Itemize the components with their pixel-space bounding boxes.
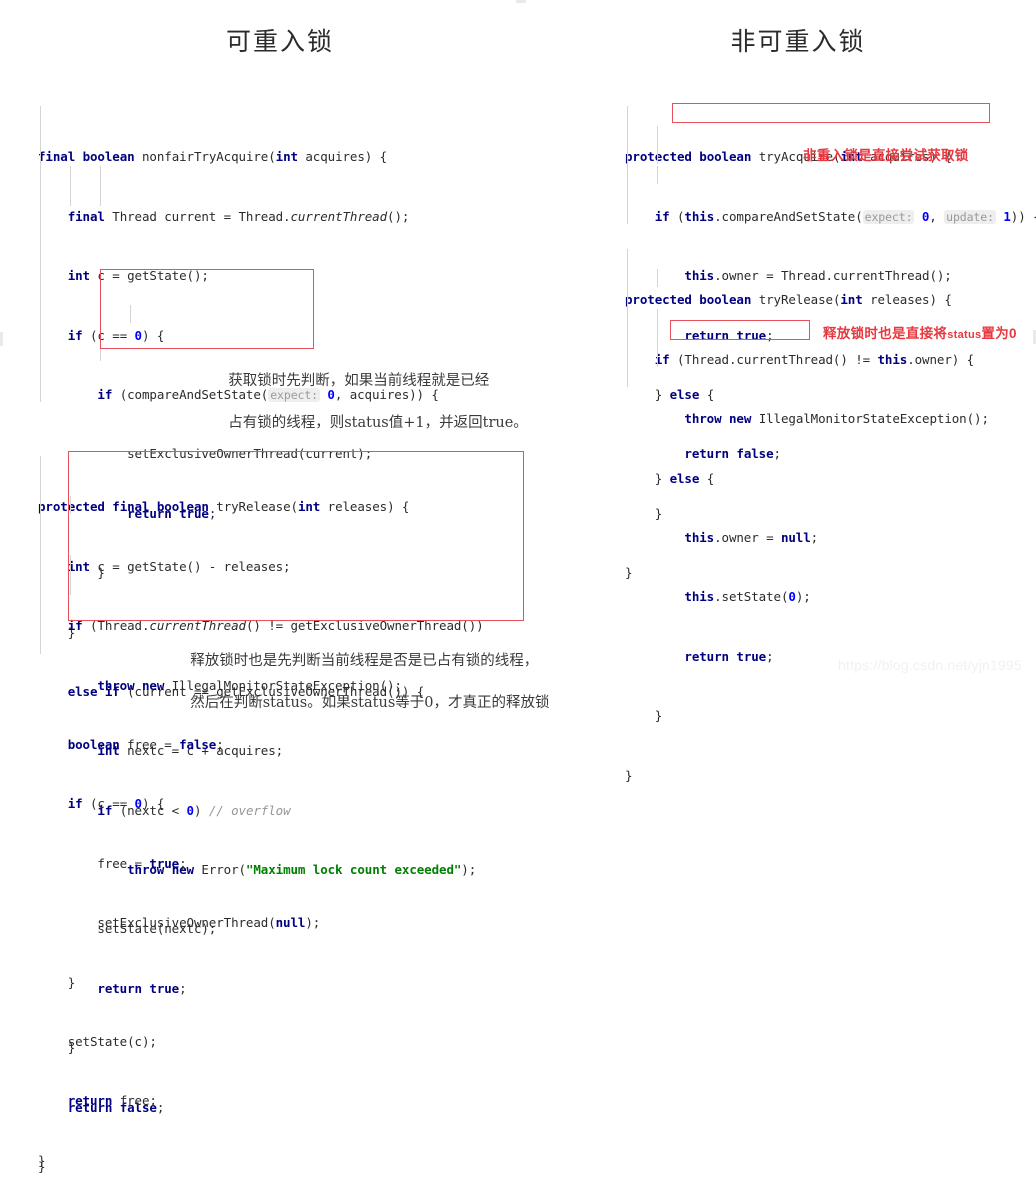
indent-guide [100,285,101,361]
watermark: https://blog.csdn.net/yjn1995 [837,657,1022,673]
annotation-non-reentrant-release: 释放锁时也是直接将status置为0 [823,322,1017,342]
code-line: setState(c); [38,1033,157,1049]
indent-guide [627,249,628,387]
code-line: protected final boolean tryRelease(int r… [38,499,410,515]
page-title-non-reentrant-lock: 非可重入锁 [730,28,866,56]
code-line: } [625,708,663,724]
annotation-non-reentrant-acquire: 非重入锁是直接尝试获取锁 [803,148,969,163]
indent-guide [40,106,41,402]
code-line: if (this.compareAndSetState(expect: 0, u… [654,208,1036,224]
code-line: int c = getState(); [67,268,209,284]
code-line: } [38,1152,46,1168]
indent-guide [100,166,101,206]
code-line: int c = getState() - releases; [67,558,291,574]
annotation-line: 释放锁时也是先判断当前线程是否是已占有锁的线程， [190,653,539,669]
indent-guide [657,126,658,164]
code-line: final Thread current = Thread.currentThr… [67,208,410,224]
code-line: this.setState(0); [684,589,811,605]
page-title-reentrant-lock: 可重入锁 [225,28,334,56]
annotation-part: status [947,329,982,341]
scan-artifact [516,0,526,3]
annotation-part: 置为0 [981,326,1017,341]
indent-guide [130,305,131,323]
annotation-acquire-note: 获取锁时先判断，如果当前线程就是已经 占有锁的线程，则status值+1，并返回… [219,350,528,434]
indent-guide [657,166,658,184]
annotation-release-note: 释放锁时也是先判断当前线程是否是已占有锁的线程， 然后在判断status。如果s… [181,630,549,714]
indent-guide [657,309,658,367]
code-line: throw new IllegalMonitorStateException()… [684,411,989,427]
indent-guide [627,106,628,224]
annotation-line: 然后在判断status。如果status等于0，才真正的释放锁 [190,695,550,711]
code-line: } [625,767,633,783]
code-line: if (Thread.currentThread() != this.owner… [654,351,975,367]
annotation-line: 占有锁的线程，则status值+1，并返回true。 [228,415,528,431]
annotation-part: 释放锁时也是直接将 [823,326,948,341]
indent-guide [70,555,71,595]
code-line: setExclusiveOwnerThread(null); [38,915,321,931]
indent-guide [40,456,41,654]
code-line: return free; [67,1093,157,1109]
code-line: if (c == 0) { [67,796,165,812]
code-line: } [38,974,76,990]
annotation-line: 获取锁时先判断，如果当前线程就是已经 [228,373,490,389]
scan-artifact [0,332,3,346]
code-line: } else { [625,470,715,486]
code-line: if (c == 0) { [67,327,165,343]
code-block-try-release-reentrant: protected final boolean tryRelease(int r… [38,438,484,1190]
indent-guide [657,269,658,287]
code-block-try-release-non-reentrant: protected boolean tryRelease(int release… [625,231,989,805]
code-line: this.owner = null; [684,529,819,545]
code-line: protected boolean tryRelease(int release… [625,292,952,308]
code-line: free = true; [38,855,187,871]
indent-guide [70,496,71,514]
code-line: boolean free = false; [67,736,224,752]
indent-guide [70,166,71,206]
code-line: final boolean nonfairTryAcquire(int acqu… [38,149,388,165]
